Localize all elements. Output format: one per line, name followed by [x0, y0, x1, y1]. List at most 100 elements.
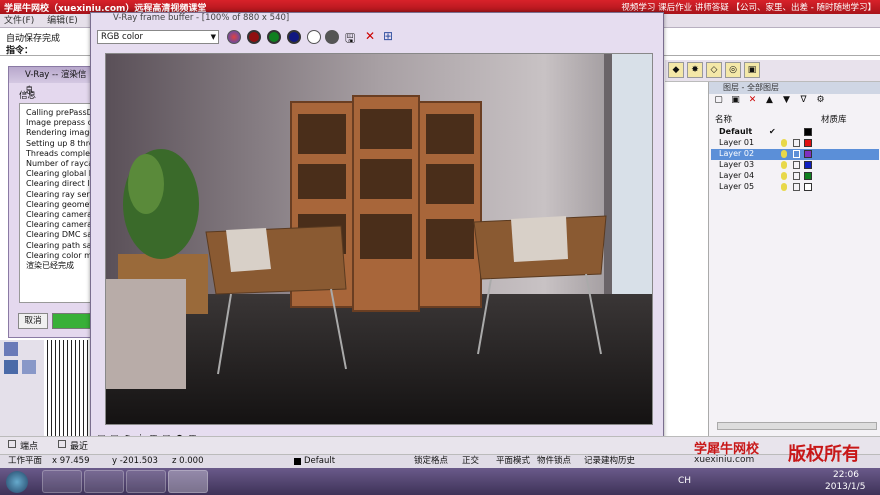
render-scene	[106, 54, 652, 424]
green-channel-icon[interactable]	[267, 30, 281, 44]
command-prompt[interactable]: 指令：	[6, 43, 33, 56]
vray-frame-buffer-window: V-Ray frame buffer - [100% of 880 x 540]…	[90, 12, 664, 450]
new-layer-icon[interactable]: ▢	[711, 95, 726, 105]
visible-icon[interactable]	[781, 172, 787, 180]
render-progress-bar	[52, 313, 92, 329]
new-sublayer-icon[interactable]: ▣	[728, 95, 743, 105]
clear-icon[interactable]: ✕	[365, 29, 375, 43]
log-line: Calling prePassDo	[26, 108, 98, 117]
grid-snap-toggle[interactable]: 锁定格点	[414, 455, 448, 468]
watermark-url: xuexiniu.com	[694, 455, 755, 465]
status-layer[interactable]: Default	[304, 455, 335, 468]
log-line: Clearing camera s	[26, 220, 99, 230]
layer-color-swatch[interactable]	[804, 139, 812, 147]
planar-toggle[interactable]: 平面模式	[496, 455, 530, 468]
recent-checkbox[interactable]	[58, 440, 66, 448]
alpha-icon[interactable]	[325, 30, 339, 44]
rgb-channels-icon[interactable]	[227, 30, 241, 44]
lock-icon[interactable]	[793, 183, 800, 191]
tool-icon-4[interactable]: ◎	[725, 62, 741, 78]
log-line: Image prepass co	[26, 118, 97, 128]
visible-icon[interactable]	[781, 150, 787, 158]
current-layer-check-icon: ✔	[769, 127, 776, 136]
log-line: Clearing DMC sam	[26, 230, 99, 240]
snap-checkbox[interactable]	[8, 440, 16, 448]
layer-color-swatch[interactable]	[804, 161, 812, 169]
visible-icon[interactable]	[781, 139, 787, 147]
tool-icon[interactable]	[22, 360, 36, 374]
vray-window-title[interactable]: V-Ray -- 渲染信息	[9, 67, 94, 96]
layer-row-default[interactable]: Default ✔	[711, 127, 879, 138]
layer-row-05[interactable]: Layer 05	[711, 182, 879, 193]
move-down-icon[interactable]: ▼	[779, 95, 794, 105]
history-toggle[interactable]: 记录建构历史	[584, 455, 635, 468]
layer-row-02[interactable]: Layer 02	[711, 149, 879, 160]
layer-col-material: 材质库	[821, 115, 847, 125]
ie-icon[interactable]	[42, 470, 82, 493]
log-line: Clearing global lig	[26, 169, 99, 179]
explorer-icon[interactable]	[84, 470, 124, 493]
lock-icon[interactable]	[793, 139, 800, 147]
lock-icon[interactable]	[793, 161, 800, 169]
cancel-button[interactable]: 取消	[18, 313, 48, 329]
delete-icon[interactable]: ✕	[745, 95, 760, 105]
start-button[interactable]	[6, 471, 28, 493]
chrome-icon[interactable]	[126, 470, 166, 493]
menu-file[interactable]: 文件(F)	[4, 16, 34, 26]
ortho-toggle[interactable]: 正交	[462, 455, 479, 468]
layer-col-name: 名称	[715, 115, 733, 125]
toolbar-right: ◆ ✸ ◇ ◎ ▣	[665, 60, 880, 82]
rhino-icon[interactable]	[168, 470, 208, 493]
layer-color-swatch[interactable]	[804, 128, 812, 136]
tool-icon[interactable]	[4, 342, 18, 356]
tool-icon[interactable]	[4, 360, 18, 374]
channel-value: RGB color	[101, 32, 143, 42]
blue-channel-icon[interactable]	[287, 30, 301, 44]
visible-icon[interactable]	[781, 183, 787, 191]
log-line: Clearing ray server	[26, 189, 99, 199]
log-line: Threads completed	[26, 148, 99, 158]
layer-panel: 图层 - 全部图层 ▢ ▣ ✕ ▲ ▼ ∇ ⚙ 名称 材质库 Default ✔ Layer…	[708, 82, 880, 436]
layer-row-03[interactable]: Layer 03	[711, 160, 879, 171]
left-toolbar	[0, 340, 44, 436]
layer-scrollbar[interactable]	[717, 422, 877, 430]
layer-color-swatch[interactable]	[804, 172, 812, 180]
tool-icon-3[interactable]: ◇	[706, 62, 722, 78]
visible-icon[interactable]	[781, 161, 787, 169]
mono-icon[interactable]	[307, 30, 321, 44]
watermark-copyright: 版权所有	[788, 444, 860, 465]
log-line: Number of raycas	[26, 159, 98, 169]
clock-date[interactable]: 2013/1/5	[825, 482, 865, 492]
red-channel-icon[interactable]	[247, 30, 261, 44]
filter-icon[interactable]: ∇	[796, 95, 811, 105]
region-icon[interactable]: ⊞	[383, 29, 393, 43]
taskbar: CH 22:06 2013/1/5	[0, 468, 880, 495]
frame-buffer-title[interactable]: V-Ray frame buffer - [100% of 880 x 540]	[91, 13, 663, 26]
language-indicator[interactable]: CH	[678, 476, 691, 486]
channel-select[interactable]: RGB color ▼	[97, 30, 219, 44]
log-line: Rendering image	[26, 128, 95, 138]
chevron-down-icon: ▼	[210, 33, 216, 41]
frame-buffer-toolbar: RGB color ▼ 🖫 ✕ ⊞	[95, 28, 659, 46]
move-up-icon[interactable]: ▲	[762, 95, 777, 105]
vray-render-info-window: V-Ray -- 渲染信息 信息 Calling prePassDo Image…	[8, 66, 99, 338]
layer-color-swatch[interactable]	[804, 150, 812, 158]
wireframe-viewport[interactable]	[44, 340, 90, 436]
tool-icon-5[interactable]: ▣	[744, 62, 760, 78]
save-icon[interactable]: 🖫	[345, 29, 355, 50]
layer-color-swatch[interactable]	[804, 183, 812, 191]
layer-row-01[interactable]: Layer 01	[711, 138, 879, 149]
tool-icon-2[interactable]: ✸	[687, 62, 703, 78]
layer-row-04[interactable]: Layer 04	[711, 171, 879, 182]
layer-panel-title: 图层 - 全部图层	[709, 82, 880, 94]
clock-time[interactable]: 22:06	[833, 470, 859, 480]
menu-edit[interactable]: 编辑(E)	[47, 16, 78, 26]
lock-icon[interactable]	[793, 172, 800, 180]
tool-icon-1[interactable]: ◆	[668, 62, 684, 78]
log-line: Clearing direct lig	[26, 179, 97, 189]
layer-color-swatch	[294, 458, 301, 465]
lock-icon[interactable]	[793, 150, 800, 158]
settings-icon[interactable]: ⚙	[813, 95, 828, 105]
render-log[interactable]: Calling prePassDo Image prepass co Rende…	[19, 103, 99, 303]
osnap-toggle[interactable]: 物件锁点	[537, 455, 571, 468]
